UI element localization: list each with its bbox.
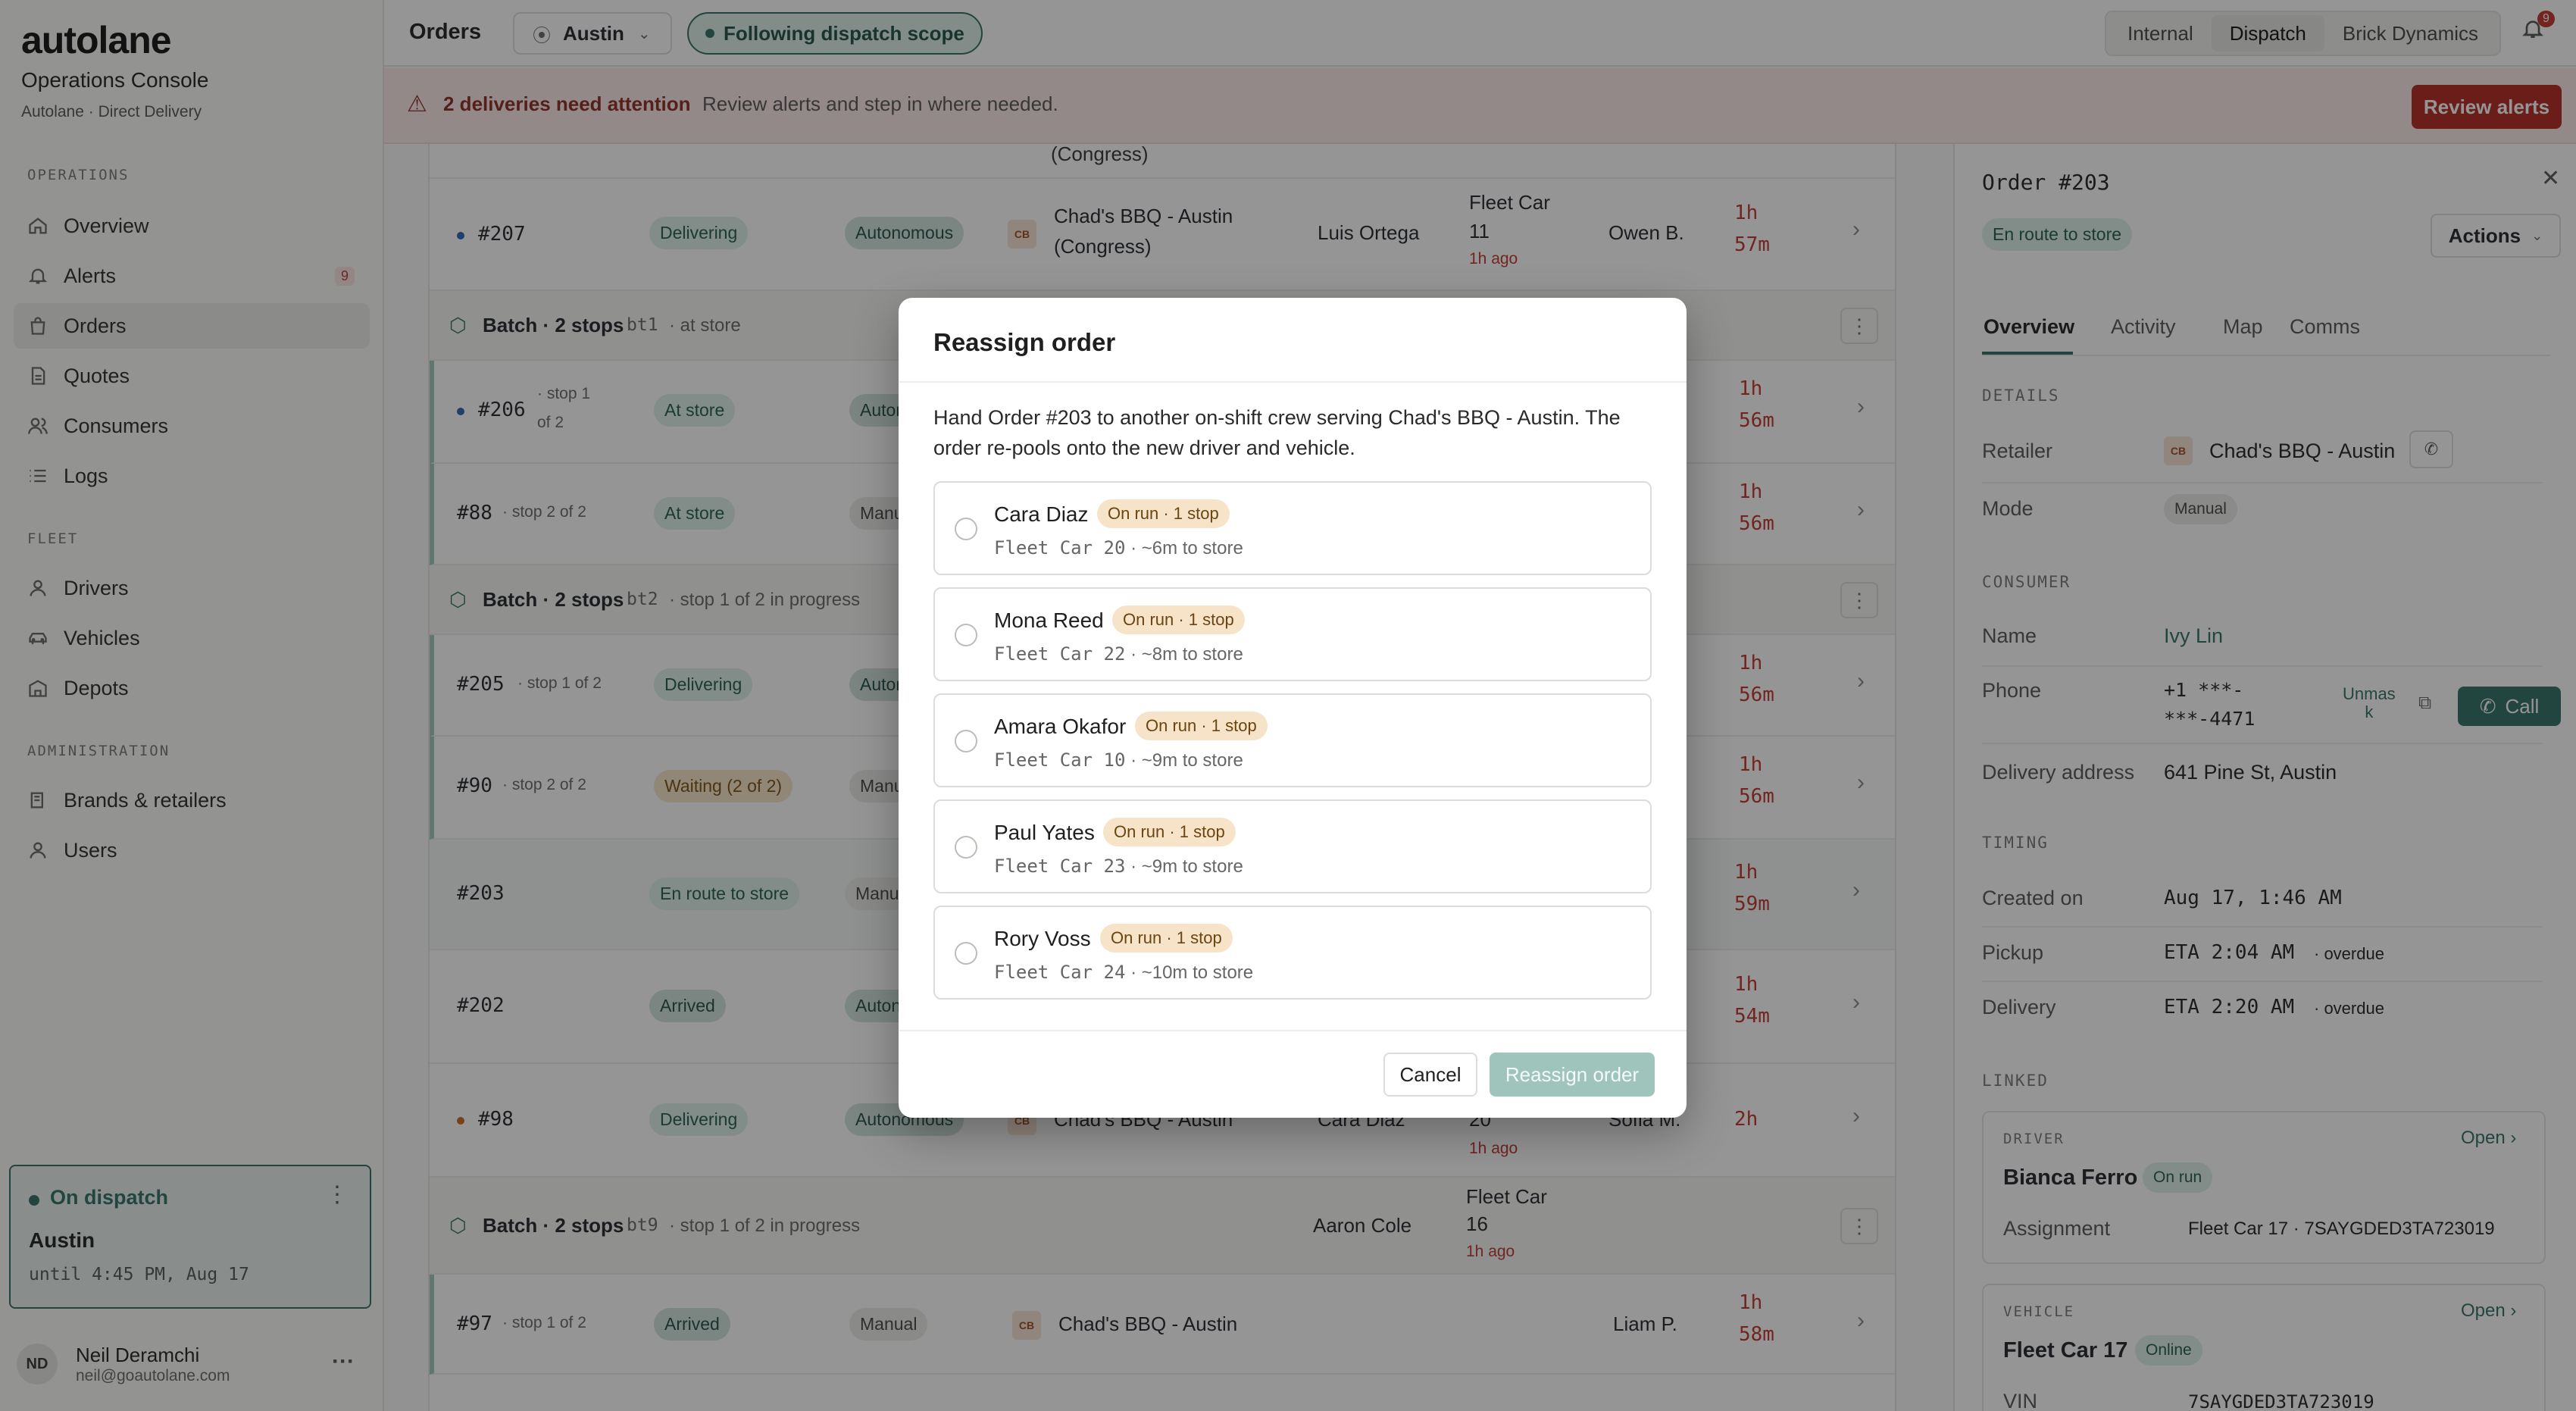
status-badge: On run · 1 stop [1112,605,1245,634]
driver-option[interactable]: Paul Yates On run · 1 stop Fleet Car 23 … [933,799,1652,893]
radio-button[interactable] [955,624,977,646]
driver-option[interactable]: Mona Reed On run · 1 stop Fleet Car 22 ·… [933,587,1652,681]
status-badge: On run · 1 stop [1103,818,1236,846]
status-badge: On run · 1 stop [1100,924,1233,953]
radio-button[interactable] [955,730,977,752]
radio-button[interactable] [955,836,977,859]
status-badge: On run · 1 stop [1097,499,1230,528]
dialog-title: Reassign order [933,328,1116,356]
reassign-order-button[interactable]: Reassign order [1490,1053,1655,1097]
driver-option[interactable]: Cara Diaz On run · 1 stop Fleet Car 20 ·… [933,481,1652,575]
radio-button[interactable] [955,942,977,965]
driver-option[interactable]: Amara Okafor On run · 1 stop Fleet Car 1… [933,693,1652,787]
radio-button[interactable] [955,518,977,540]
reassign-order-dialog: Reassign order Hand Order #203 to anothe… [899,298,1687,1118]
status-badge: On run · 1 stop [1135,712,1268,740]
driver-option[interactable]: Rory Voss On run · 1 stop Fleet Car 24 ·… [933,906,1652,1000]
dialog-description: Hand Order #203 to another on-shift crew… [933,406,1621,459]
cancel-button[interactable]: Cancel [1383,1053,1477,1097]
